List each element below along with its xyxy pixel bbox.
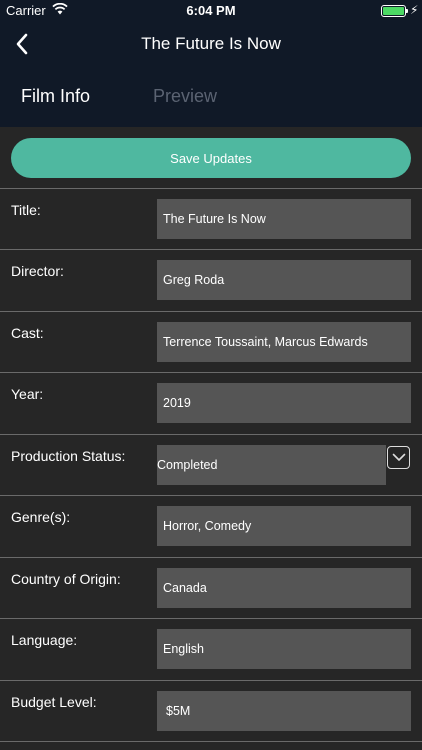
budget-label: Budget Level: bbox=[11, 694, 97, 710]
form-row-genres: Genre(s): Horror, Comedy bbox=[0, 495, 422, 556]
chevron-down-icon bbox=[392, 453, 405, 461]
year-label: Year: bbox=[11, 386, 44, 402]
battery-tip bbox=[406, 9, 408, 13]
director-label: Director: bbox=[11, 263, 64, 279]
form-row-year: Year: 2019 bbox=[0, 372, 422, 433]
director-field[interactable]: Greg Roda bbox=[157, 260, 411, 300]
production-status-label: Production Status: bbox=[11, 448, 126, 464]
production-status-dropdown-button[interactable] bbox=[387, 446, 410, 469]
title-field[interactable]: The Future Is Now bbox=[157, 199, 411, 239]
battery-fill bbox=[383, 7, 404, 15]
tab-preview[interactable]: Preview bbox=[153, 86, 217, 107]
cast-label: Cast: bbox=[11, 325, 44, 341]
tab-film-info[interactable]: Film Info bbox=[21, 86, 90, 107]
status-time: 6:04 PM bbox=[186, 3, 236, 18]
form-row-budget: Budget Level: $5M bbox=[0, 680, 422, 741]
page-title: The Future Is Now bbox=[141, 34, 281, 53]
form-row-country: Country of Origin: Canada bbox=[0, 557, 422, 618]
cast-field[interactable]: Terrence Toussaint, Marcus Edwards bbox=[157, 322, 411, 362]
genres-label: Genre(s): bbox=[11, 509, 71, 525]
form-row-language: Language: English bbox=[0, 618, 422, 679]
bottom-divider bbox=[0, 741, 422, 742]
budget-field[interactable]: $5M bbox=[157, 691, 411, 731]
language-label: Language: bbox=[11, 632, 78, 648]
production-status-select[interactable]: Completed bbox=[157, 445, 386, 485]
form-row-cast: Cast: Terrence Toussaint, Marcus Edwards bbox=[0, 311, 422, 372]
charging-bolt-icon: ⚡ bbox=[410, 3, 419, 17]
form-row-director: Director: Greg Roda bbox=[0, 249, 422, 310]
form-row-production-status: Production Status: Completed bbox=[0, 434, 422, 495]
form-row-title: Title: The Future Is Now bbox=[0, 188, 422, 249]
header: Carrier 6:04 PM ⚡ The Future Is Now Film… bbox=[0, 0, 422, 127]
title-label: Title: bbox=[11, 202, 41, 218]
battery-icon bbox=[381, 5, 408, 17]
genres-field[interactable]: Horror, Comedy bbox=[157, 506, 411, 546]
language-field[interactable]: English bbox=[157, 629, 411, 669]
country-field[interactable]: Canada bbox=[157, 568, 411, 608]
country-label: Country of Origin: bbox=[11, 571, 121, 587]
save-updates-button[interactable]: Save Updates bbox=[11, 138, 411, 178]
year-field[interactable]: 2019 bbox=[157, 383, 411, 423]
status-bar: Carrier 6:04 PM ⚡ bbox=[0, 0, 422, 22]
